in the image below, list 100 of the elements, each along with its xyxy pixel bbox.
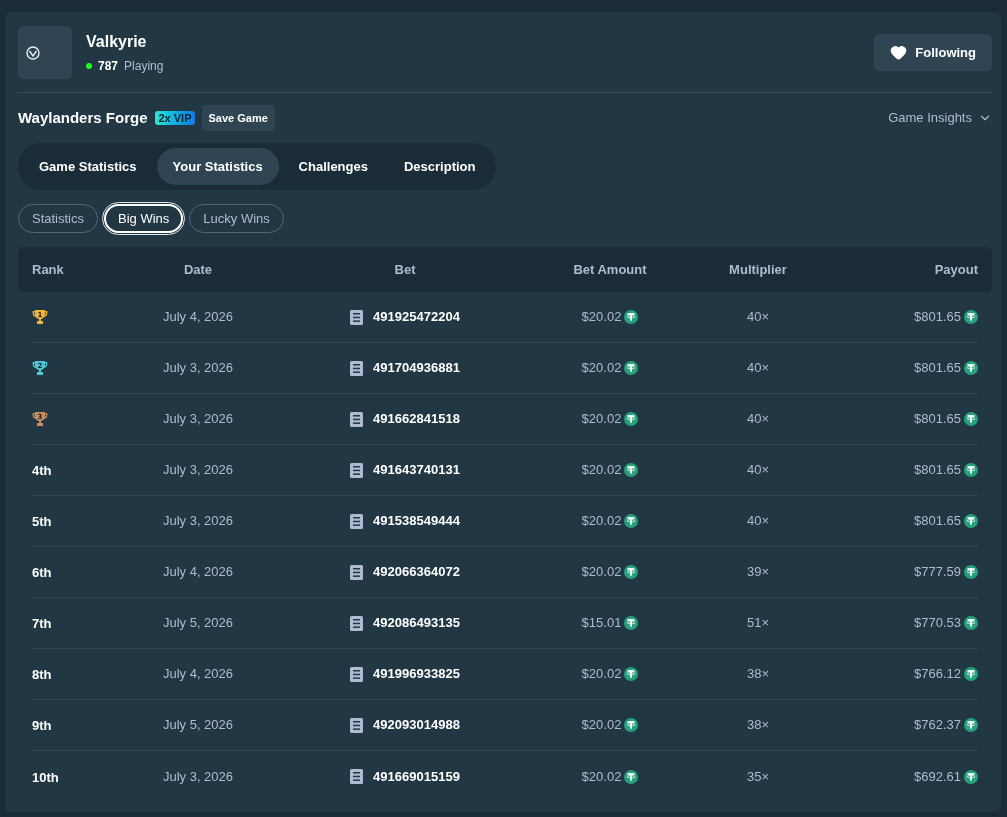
payout-cell-text: $801.65 bbox=[914, 410, 961, 429]
date-cell-text: July 5, 2026 bbox=[162, 614, 234, 633]
bet-id-link[interactable]: 492093014988 bbox=[373, 715, 460, 735]
date-cell-text: July 3, 2026 bbox=[162, 359, 234, 378]
document-icon[interactable] bbox=[350, 564, 364, 580]
coin-icon bbox=[964, 769, 978, 784]
payout-cell-text: $777.59 bbox=[914, 563, 961, 582]
bet-amount-cell-text: $15.01 bbox=[581, 614, 622, 633]
rank-text: 8th bbox=[32, 667, 52, 682]
coin-icon bbox=[964, 667, 978, 681]
date-cell-text: July 5, 2026 bbox=[162, 716, 234, 735]
heart-icon bbox=[890, 44, 908, 61]
coin-icon bbox=[624, 616, 639, 630]
coin-icon bbox=[964, 514, 978, 528]
coin-icon bbox=[624, 667, 639, 681]
following-button[interactable]: Following bbox=[874, 34, 992, 71]
bet-id-link[interactable]: 491538549444 bbox=[373, 511, 460, 531]
coin-icon bbox=[964, 310, 978, 324]
document-icon[interactable] bbox=[350, 513, 364, 529]
bet-id-link[interactable]: 491643740131 bbox=[373, 460, 460, 480]
payout-cell-text: $801.65 bbox=[914, 461, 961, 480]
game-title: Waylanders Forge bbox=[18, 107, 148, 128]
bet-id-link[interactable]: 491925472204 bbox=[373, 307, 460, 327]
coin-icon bbox=[964, 361, 978, 375]
bet-amount-cell-text: $20.02 bbox=[581, 461, 622, 480]
column-header: Payout bbox=[934, 260, 978, 279]
multiplier-cell-text: 40× bbox=[746, 308, 770, 327]
filter-pill[interactable]: Big Wins bbox=[104, 204, 184, 233]
multiplier-cell-text: 40× bbox=[746, 410, 770, 429]
column-header: Date bbox=[183, 260, 213, 279]
bet-id-link[interactable]: 492066364072 bbox=[373, 562, 460, 582]
bet-amount-cell-text: $20.02 bbox=[581, 359, 622, 378]
provider-name[interactable]: Valkyrie bbox=[86, 32, 164, 52]
game-insights-dropdown[interactable]: Game Insights bbox=[888, 108, 992, 128]
tab[interactable]: Challenges bbox=[282, 148, 384, 185]
multiplier-cell-text: 39× bbox=[746, 563, 770, 582]
bet-id-link[interactable]: 491704936881 bbox=[373, 358, 460, 378]
multiplier-cell-text: 38× bbox=[746, 716, 770, 735]
players-label: Playing bbox=[124, 58, 164, 75]
bet-amount-cell-text: $20.02 bbox=[581, 665, 622, 684]
payout-cell-text: $762.37 bbox=[914, 716, 961, 735]
date-cell-text: July 3, 2026 bbox=[162, 461, 234, 480]
date-cell-text: July 3, 2026 bbox=[162, 410, 234, 429]
multiplier-cell-text: 40× bbox=[746, 359, 770, 378]
coin-icon bbox=[624, 412, 639, 426]
column-header: Bet bbox=[394, 260, 416, 279]
date-cell-text: July 3, 2026 bbox=[162, 767, 234, 786]
multiplier-cell-text: 40× bbox=[746, 461, 770, 480]
tab[interactable]: Description bbox=[387, 148, 492, 185]
document-icon[interactable] bbox=[350, 769, 364, 784]
document-icon[interactable] bbox=[350, 666, 364, 682]
tab[interactable]: Game Statistics bbox=[23, 148, 153, 185]
coin-icon bbox=[624, 310, 639, 324]
rank-text: 5th bbox=[32, 514, 52, 529]
bet-amount-cell-text: $20.02 bbox=[581, 767, 622, 786]
date-cell-text: July 4, 2026 bbox=[162, 665, 234, 684]
column-header: Rank bbox=[32, 260, 64, 279]
document-icon[interactable] bbox=[350, 309, 364, 325]
date-cell-text: July 4, 2026 bbox=[162, 308, 234, 327]
rank-text: 6th bbox=[32, 565, 52, 580]
coin-icon bbox=[624, 463, 639, 477]
coin-icon bbox=[964, 718, 978, 732]
column-header: Bet Amount bbox=[573, 260, 647, 279]
bet-amount-cell-text: $20.02 bbox=[581, 410, 622, 429]
coin-icon bbox=[964, 463, 978, 477]
coin-icon bbox=[964, 565, 978, 579]
tab[interactable]: Your Statistics bbox=[156, 148, 279, 185]
multiplier-cell-text: 38× bbox=[746, 665, 770, 684]
player-count: 787 bbox=[98, 58, 119, 75]
save-game-button[interactable]: Save Game bbox=[201, 105, 275, 131]
rank-text: 7th bbox=[32, 616, 52, 631]
payout-cell-text: $692.61 bbox=[914, 767, 961, 786]
document-icon[interactable] bbox=[350, 615, 364, 631]
coin-icon bbox=[624, 565, 639, 579]
bet-amount-cell-text: $20.02 bbox=[581, 716, 622, 735]
bet-id-link[interactable]: 491996933825 bbox=[373, 664, 460, 684]
date-cell-text: July 4, 2026 bbox=[162, 563, 234, 582]
coin-icon bbox=[624, 361, 639, 375]
coin-icon bbox=[624, 769, 639, 784]
vip-badge: 2x VIP bbox=[155, 111, 195, 125]
coin-icon bbox=[624, 718, 639, 732]
coin-icon bbox=[624, 514, 639, 528]
payout-cell-text: $801.65 bbox=[914, 308, 961, 327]
payout-cell-text: $801.65 bbox=[914, 359, 961, 378]
bet-id-link[interactable]: 491662841518 bbox=[373, 409, 460, 429]
payout-cell-text: $766.12 bbox=[914, 665, 961, 684]
coin-icon bbox=[964, 412, 978, 426]
document-icon[interactable] bbox=[350, 411, 364, 427]
rank-text: 4th bbox=[32, 463, 52, 478]
rank-text: 10th bbox=[32, 769, 59, 785]
column-header: Multiplier bbox=[729, 260, 787, 279]
document-icon[interactable] bbox=[350, 717, 364, 733]
document-icon[interactable] bbox=[350, 462, 364, 478]
date-cell-text: July 3, 2026 bbox=[162, 512, 234, 531]
bet-id-link[interactable]: 491669015159 bbox=[373, 766, 460, 787]
bet-amount-cell-text: $20.02 bbox=[581, 308, 622, 327]
coin-icon bbox=[964, 616, 978, 630]
payout-cell-text: $801.65 bbox=[914, 512, 961, 531]
bet-id-link[interactable]: 492086493135 bbox=[373, 613, 460, 633]
document-icon[interactable] bbox=[350, 360, 364, 376]
